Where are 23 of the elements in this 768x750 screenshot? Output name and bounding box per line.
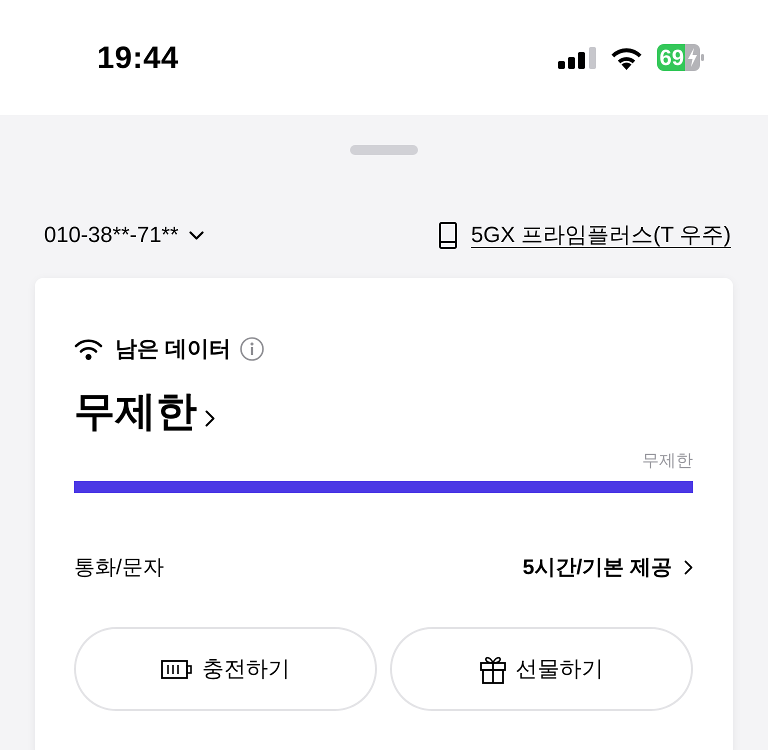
chevron-down-icon <box>188 230 204 240</box>
wifi-icon <box>74 338 103 360</box>
info-icon[interactable] <box>240 337 264 361</box>
gift-icon <box>480 654 506 684</box>
battery-icon <box>161 660 192 678</box>
wifi-icon <box>610 46 643 70</box>
charging-bolt-icon <box>685 44 704 71</box>
phone-number-selector[interactable]: 010-38**-71** <box>44 224 204 246</box>
plan-link[interactable]: 5GX 프라임플러스(T 우주) <box>471 224 731 246</box>
meter-label: 무제한 <box>642 451 693 471</box>
signal-icon <box>558 46 596 68</box>
phone-icon <box>439 222 458 248</box>
battery-level: 69 <box>656 44 685 71</box>
data-title: 남은 데이터 <box>115 338 232 360</box>
call-text-label: 통화/문자 <box>74 556 164 578</box>
call-text-value-link[interactable]: 5시간/기본 제공 <box>522 556 693 578</box>
gift-button[interactable]: 선물하기 <box>390 627 693 711</box>
data-value-link[interactable]: 무제한 <box>74 387 215 435</box>
sheet-handle[interactable] <box>350 145 418 155</box>
charge-button[interactable]: 충전하기 <box>74 627 377 711</box>
status-time: 19:44 <box>97 42 179 73</box>
chevron-right-icon <box>684 560 693 574</box>
chevron-right-icon <box>205 410 215 426</box>
